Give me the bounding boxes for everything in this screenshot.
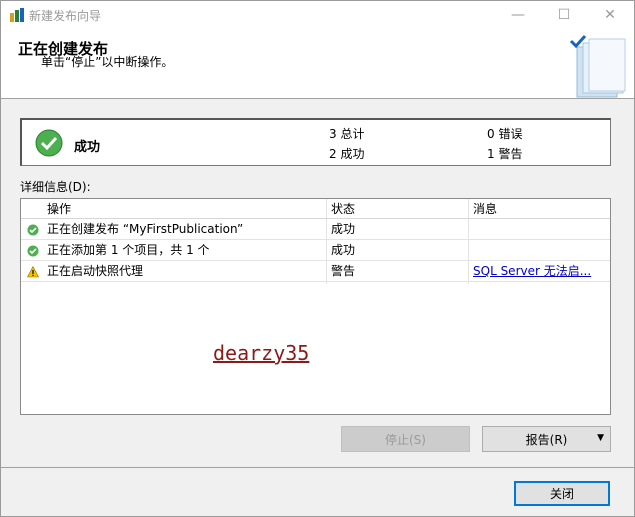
column-header-message[interactable]: 消息: [473, 199, 497, 220]
stop-button[interactable]: 停止(S): [341, 426, 470, 452]
success-icon: [27, 245, 39, 257]
error-count: 0 错误: [487, 127, 523, 141]
table-row[interactable]: 正在创建发布 “MyFirstPublication” 成功: [21, 219, 610, 240]
footer-divider: [1, 467, 634, 468]
maximize-button[interactable]: ☐: [541, 1, 587, 29]
watermark-text: dearzy35: [213, 341, 310, 365]
row-action: 正在启动快照代理: [47, 264, 144, 278]
window-title: 新建发布向导: [29, 9, 102, 23]
row-action: 正在创建发布 “MyFirstPublication”: [47, 222, 244, 236]
details-label: 详细信息(D):: [20, 180, 91, 194]
total-count: 3 总计: [329, 127, 365, 141]
report-button-label: 报告(R): [525, 432, 568, 447]
column-header-status[interactable]: 状态: [331, 199, 355, 220]
row-status: 成功: [331, 222, 356, 236]
status-summary: 成功 3 总计 2 成功 0 错误 1 警告: [20, 118, 611, 166]
row-action: 正在添加第 1 个项目，共 1 个: [47, 243, 210, 257]
warning-count: 1 警告: [487, 147, 523, 161]
close-button[interactable]: 关闭: [514, 481, 610, 506]
wizard-window: 新建发布向导 — ☐ ✕ 正在创建发布 单击“停止”以中断操作。 成功 3 总计…: [0, 0, 635, 517]
dropdown-arrow-icon: ▼: [597, 433, 604, 443]
row-status: 成功: [331, 243, 356, 257]
app-icon: [10, 8, 24, 22]
report-button[interactable]: 报告(R) ▼: [482, 426, 611, 452]
success-check-icon: [35, 129, 63, 157]
title-bar: 新建发布向导 — ☐ ✕: [1, 1, 634, 29]
close-window-button[interactable]: ✕: [587, 1, 633, 29]
details-grid[interactable]: 操作 状态 消息 正在创建发布 “MyFirstPublication” 成功 …: [20, 198, 611, 415]
success-count: 2 成功: [329, 147, 365, 161]
wizard-header: 正在创建发布 单击“停止”以中断操作。: [1, 29, 634, 99]
book-check-icon: [569, 34, 626, 98]
warning-icon: [27, 266, 39, 278]
column-header-action[interactable]: 操作: [47, 199, 71, 220]
status-label: 成功: [74, 140, 101, 155]
table-row[interactable]: 正在添加第 1 个项目，共 1 个 成功: [21, 240, 610, 261]
grid-header-row: 操作 状态 消息: [21, 199, 610, 219]
page-subtitle: 单击“停止”以中断操作。: [41, 55, 174, 69]
minimize-button[interactable]: —: [495, 1, 541, 29]
row-message-link[interactable]: SQL Server 无法启...: [473, 261, 605, 282]
row-status: 警告: [331, 264, 356, 278]
table-row[interactable]: 正在启动快照代理 警告 SQL Server 无法启...: [21, 261, 610, 282]
success-icon: [27, 224, 39, 236]
